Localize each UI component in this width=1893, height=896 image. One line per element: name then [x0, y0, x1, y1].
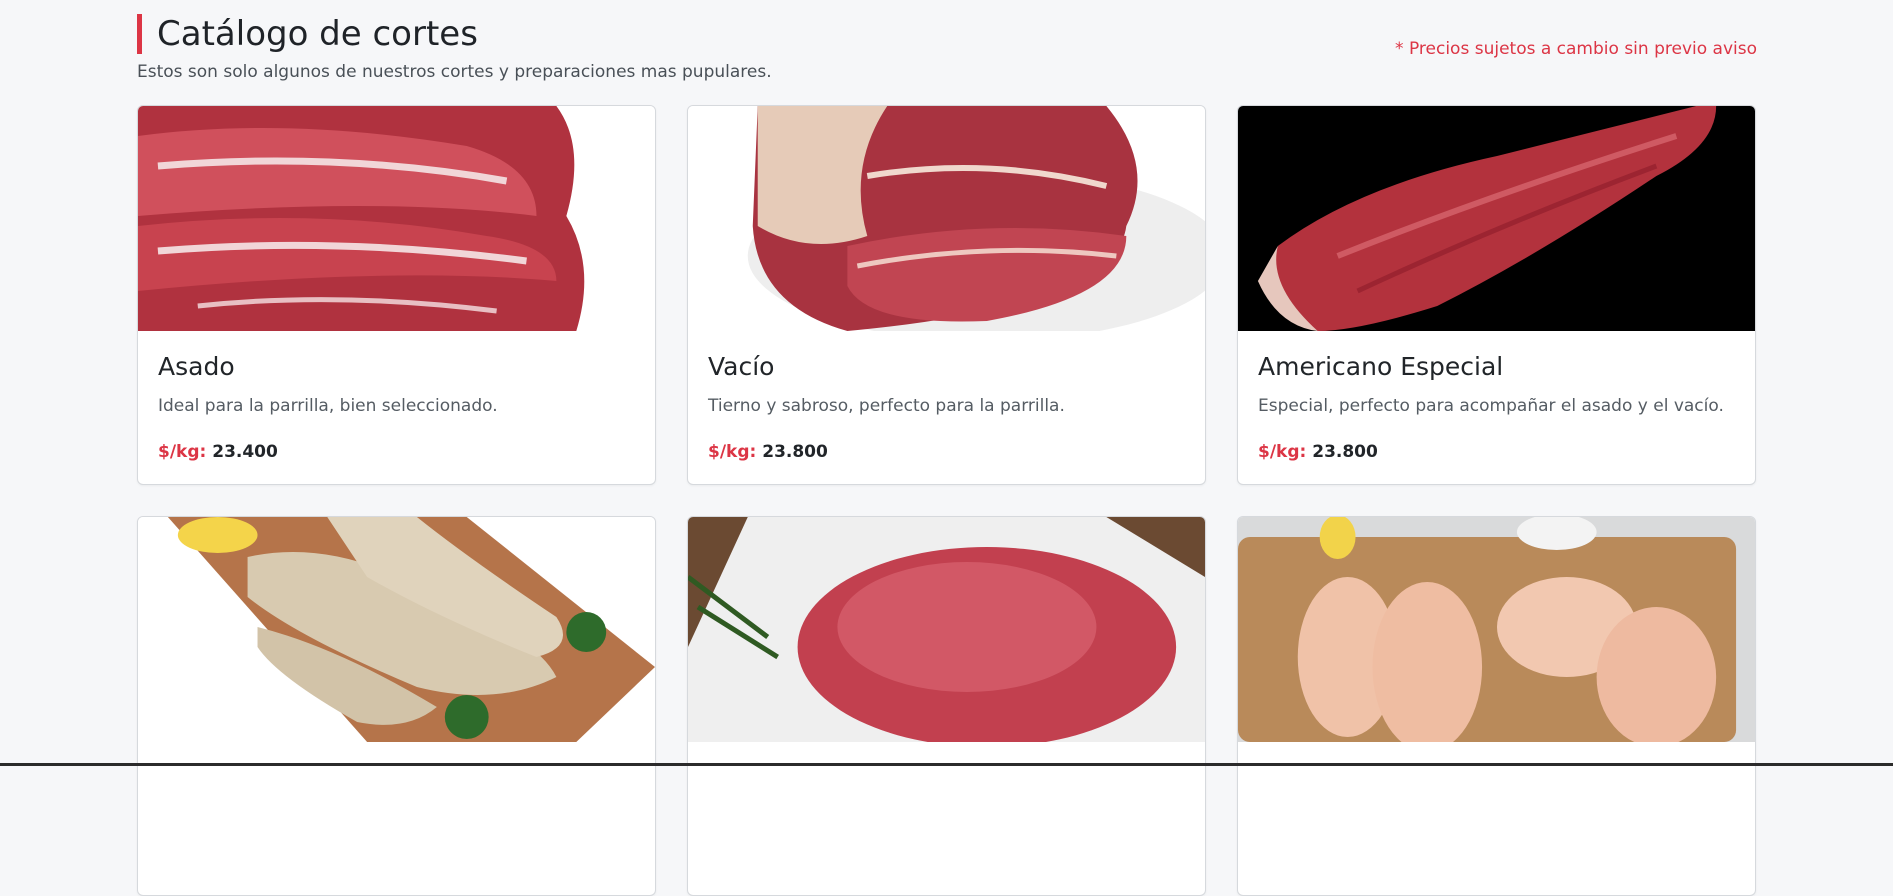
product-description: Ideal para la parrilla, bien seleccionad…	[158, 396, 498, 416]
product-description: Especial, perfecto para acompañar el asa…	[1258, 396, 1724, 416]
catalog-header: Catálogo de cortes Estos son solo alguno…	[137, 0, 1757, 104]
page-subtitle: Estos son solo algunos de nuestros corte…	[137, 62, 772, 82]
title-accent-bar	[137, 14, 142, 54]
price-disclaimer: * Precios sujetos a cambio sin previo av…	[1395, 39, 1757, 59]
price-value: 23.400	[212, 442, 278, 462]
price-label: $/kg:	[1258, 442, 1307, 462]
product-price: $/kg: 23.400	[158, 440, 635, 464]
product-description: Tierno y sabroso, perfecto para la parri…	[708, 396, 1065, 416]
product-image-vacio	[688, 106, 1205, 331]
product-name: Americano Especial	[1258, 352, 1504, 381]
product-card-americano-especial[interactable]: Americano Especial Especial, perfecto pa…	[1237, 105, 1756, 485]
product-price: $/kg: 23.800	[1258, 440, 1735, 464]
product-card-vacio[interactable]: Vacío Tierno y sabroso, perfecto para la…	[687, 105, 1206, 485]
product-card-5[interactable]	[687, 516, 1206, 896]
price-value: 23.800	[762, 442, 828, 462]
price-value: 23.800	[1312, 442, 1378, 462]
product-image-milanesas	[138, 517, 655, 742]
product-image-carne-picada	[688, 517, 1205, 742]
catalog-section: Catálogo de cortes Estos son solo alguno…	[137, 0, 1757, 896]
price-label: $/kg:	[708, 442, 757, 462]
product-image-pollo	[1238, 517, 1755, 742]
product-card-6[interactable]	[1237, 516, 1756, 896]
price-label: $/kg:	[158, 442, 207, 462]
page-title: Catálogo de cortes	[157, 14, 478, 54]
product-card-4[interactable]	[137, 516, 656, 896]
product-card-asado[interactable]: Asado Ideal para la parrilla, bien selec…	[137, 105, 656, 485]
product-image-asado	[138, 106, 655, 331]
product-name: Asado	[158, 352, 235, 381]
product-price: $/kg: 23.800	[708, 440, 1185, 464]
product-grid: Asado Ideal para la parrilla, bien selec…	[137, 105, 1757, 896]
product-name: Vacío	[708, 352, 775, 381]
product-image-americano-especial	[1238, 106, 1755, 331]
